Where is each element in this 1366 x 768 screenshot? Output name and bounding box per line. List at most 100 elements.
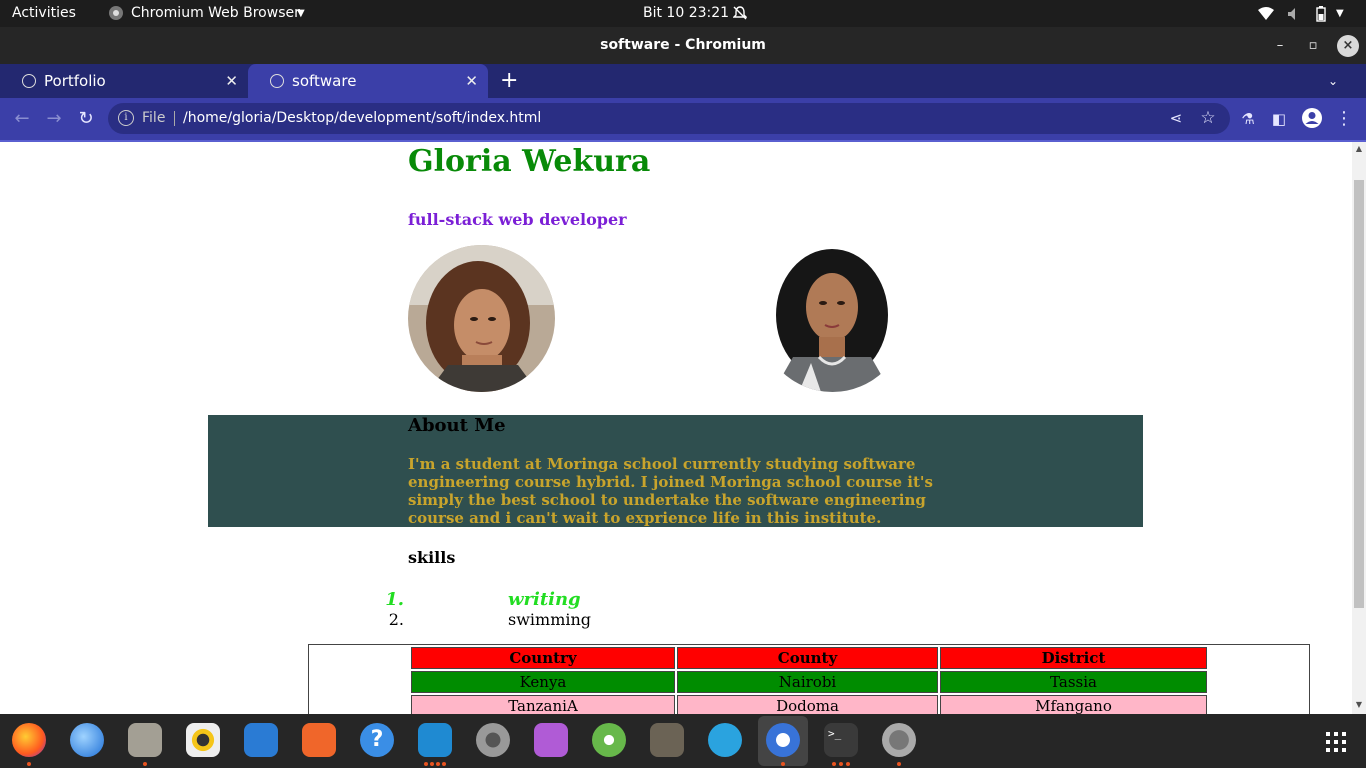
labs-flask-icon[interactable]: ⚗ [1236,107,1260,131]
tab-strip: Portfolio ✕ software ✕ + ⌄ [0,64,1366,98]
side-panel-icon[interactable]: ◧ [1267,107,1291,131]
job-title: full-stack web developer [408,210,627,229]
running-indicator [897,762,901,766]
site-info-icon[interactable]: i [118,110,134,126]
running-indicator [27,762,31,766]
scheme-label: File [142,110,166,126]
header-country: Country [411,647,675,669]
skill-number: 2. [388,610,404,629]
help-icon[interactable]: ? [360,723,394,757]
clock[interactable]: Bit 10 23:21 [643,0,729,27]
tab-label: Portfolio [44,72,106,90]
omnibox-separator [174,111,175,126]
window-title: software - Chromium [600,37,766,53]
forward-icon[interactable]: → [42,107,66,131]
telegram-icon[interactable] [708,723,742,757]
activities-button[interactable]: Activities [12,0,76,27]
share-icon[interactable]: ⋖ [1164,106,1188,130]
table-cell: Dodoma [677,695,938,714]
app-grid-icon[interactable] [1325,731,1347,753]
tab-label: software [292,72,357,90]
table-row: TanzaniA Dodoma Mfangano [411,695,1207,714]
minimize-icon[interactable]: – [1269,35,1291,57]
running-indicator [832,762,836,766]
table-cell: TanzaniA [411,695,675,714]
dock: ? >_ [0,714,1366,768]
new-tab-icon[interactable]: + [500,64,518,98]
running-indicator [430,762,434,766]
tab-close-icon[interactable]: ✕ [225,64,238,98]
system-menu-caret-icon[interactable]: ▼ [1336,0,1344,27]
settings-icon[interactable] [476,723,510,757]
app-menu-label[interactable]: Chromium Web Browser [131,0,300,27]
rhythmbox-icon[interactable] [186,723,220,757]
system-top-bar: Activities Chromium Web Browser ▼ Bit 10… [0,0,1366,27]
skills-heading: skills [408,548,456,567]
location-table-container: Country County District Kenya Nairobi Ta… [308,644,1310,714]
table-cell: Mfangano [940,695,1207,714]
chromium-app-icon [108,0,126,27]
back-icon[interactable]: ← [10,107,34,131]
running-indicator [436,762,440,766]
chromium-icon[interactable] [766,723,800,757]
about-text: I'm a student at Moringa school currentl… [408,455,933,527]
address-bar[interactable]: i File /home/gloria/Desktop/development/… [108,103,1230,134]
keyring-icon[interactable] [592,723,626,757]
bookmark-star-icon[interactable]: ☆ [1196,106,1220,130]
table-row: Kenya Nairobi Tassia [411,671,1207,693]
close-window-icon[interactable]: × [1337,35,1359,57]
app-menu-caret-icon[interactable]: ▼ [297,0,305,27]
globe-icon [22,74,36,88]
window-title-bar: software - Chromium – ▫ × [0,27,1366,64]
vscode-icon[interactable] [418,723,452,757]
url-text[interactable]: /home/gloria/Desktop/development/soft/in… [183,103,541,134]
table-cell: Tassia [940,671,1207,693]
table-cell: Kenya [411,671,675,693]
gimp-icon[interactable] [650,723,684,757]
page-scrollbar[interactable]: ▲ ▼ [1352,142,1366,714]
running-indicator [143,762,147,766]
wifi-icon[interactable] [1258,0,1276,27]
tab-software[interactable]: software ✕ [248,64,488,98]
menu-kebab-icon[interactable]: ⋮ [1332,107,1356,131]
tab-close-icon[interactable]: ✕ [465,64,478,98]
running-indicator [839,762,843,766]
running-indicator [846,762,850,766]
header-county: County [677,647,938,669]
files-icon[interactable] [128,723,162,757]
location-table: Country County District Kenya Nairobi Ta… [409,645,1209,714]
profile-photo-1 [408,245,555,392]
header-district: District [940,647,1207,669]
firefox-icon[interactable] [12,723,46,757]
tab-search-chevron-icon[interactable]: ⌄ [1328,64,1338,98]
thunderbird-icon[interactable] [70,723,104,757]
software-updater-icon[interactable] [882,723,916,757]
about-section: About Me I'm a student at Moringa school… [208,415,1143,527]
terminal-icon[interactable]: >_ [824,723,858,757]
table-cell: Nairobi [677,671,938,693]
page-title: Gloria Wekura [408,144,651,179]
libreoffice-writer-icon[interactable] [244,723,278,757]
profile-photo-2 [759,245,906,392]
running-indicator [442,762,446,766]
restore-icon[interactable]: ▫ [1302,35,1324,57]
web-page: Gloria Wekura full-stack web developer A… [0,142,1352,714]
table-header-row: Country County District [411,647,1207,669]
notifications-off-icon [732,0,749,27]
skill-item-writing: writing [508,589,581,610]
skill-number: 1. [385,589,404,610]
profile-avatar-icon[interactable] [1300,107,1324,131]
skill-item-swimming: swimming [508,610,592,629]
scroll-down-icon[interactable]: ▼ [1352,700,1366,709]
software-center-icon[interactable] [302,723,336,757]
video-player-icon[interactable] [534,723,568,757]
battery-icon[interactable] [1316,0,1328,27]
volume-muted-icon[interactable] [1287,0,1303,27]
scroll-up-icon[interactable]: ▲ [1352,144,1366,153]
scrollbar-thumb[interactable] [1354,180,1364,608]
running-indicator [424,762,428,766]
about-heading: About Me [408,415,506,436]
reload-icon[interactable]: ↻ [74,107,98,131]
running-indicator [781,762,785,766]
tab-portfolio[interactable]: Portfolio ✕ [0,64,248,98]
